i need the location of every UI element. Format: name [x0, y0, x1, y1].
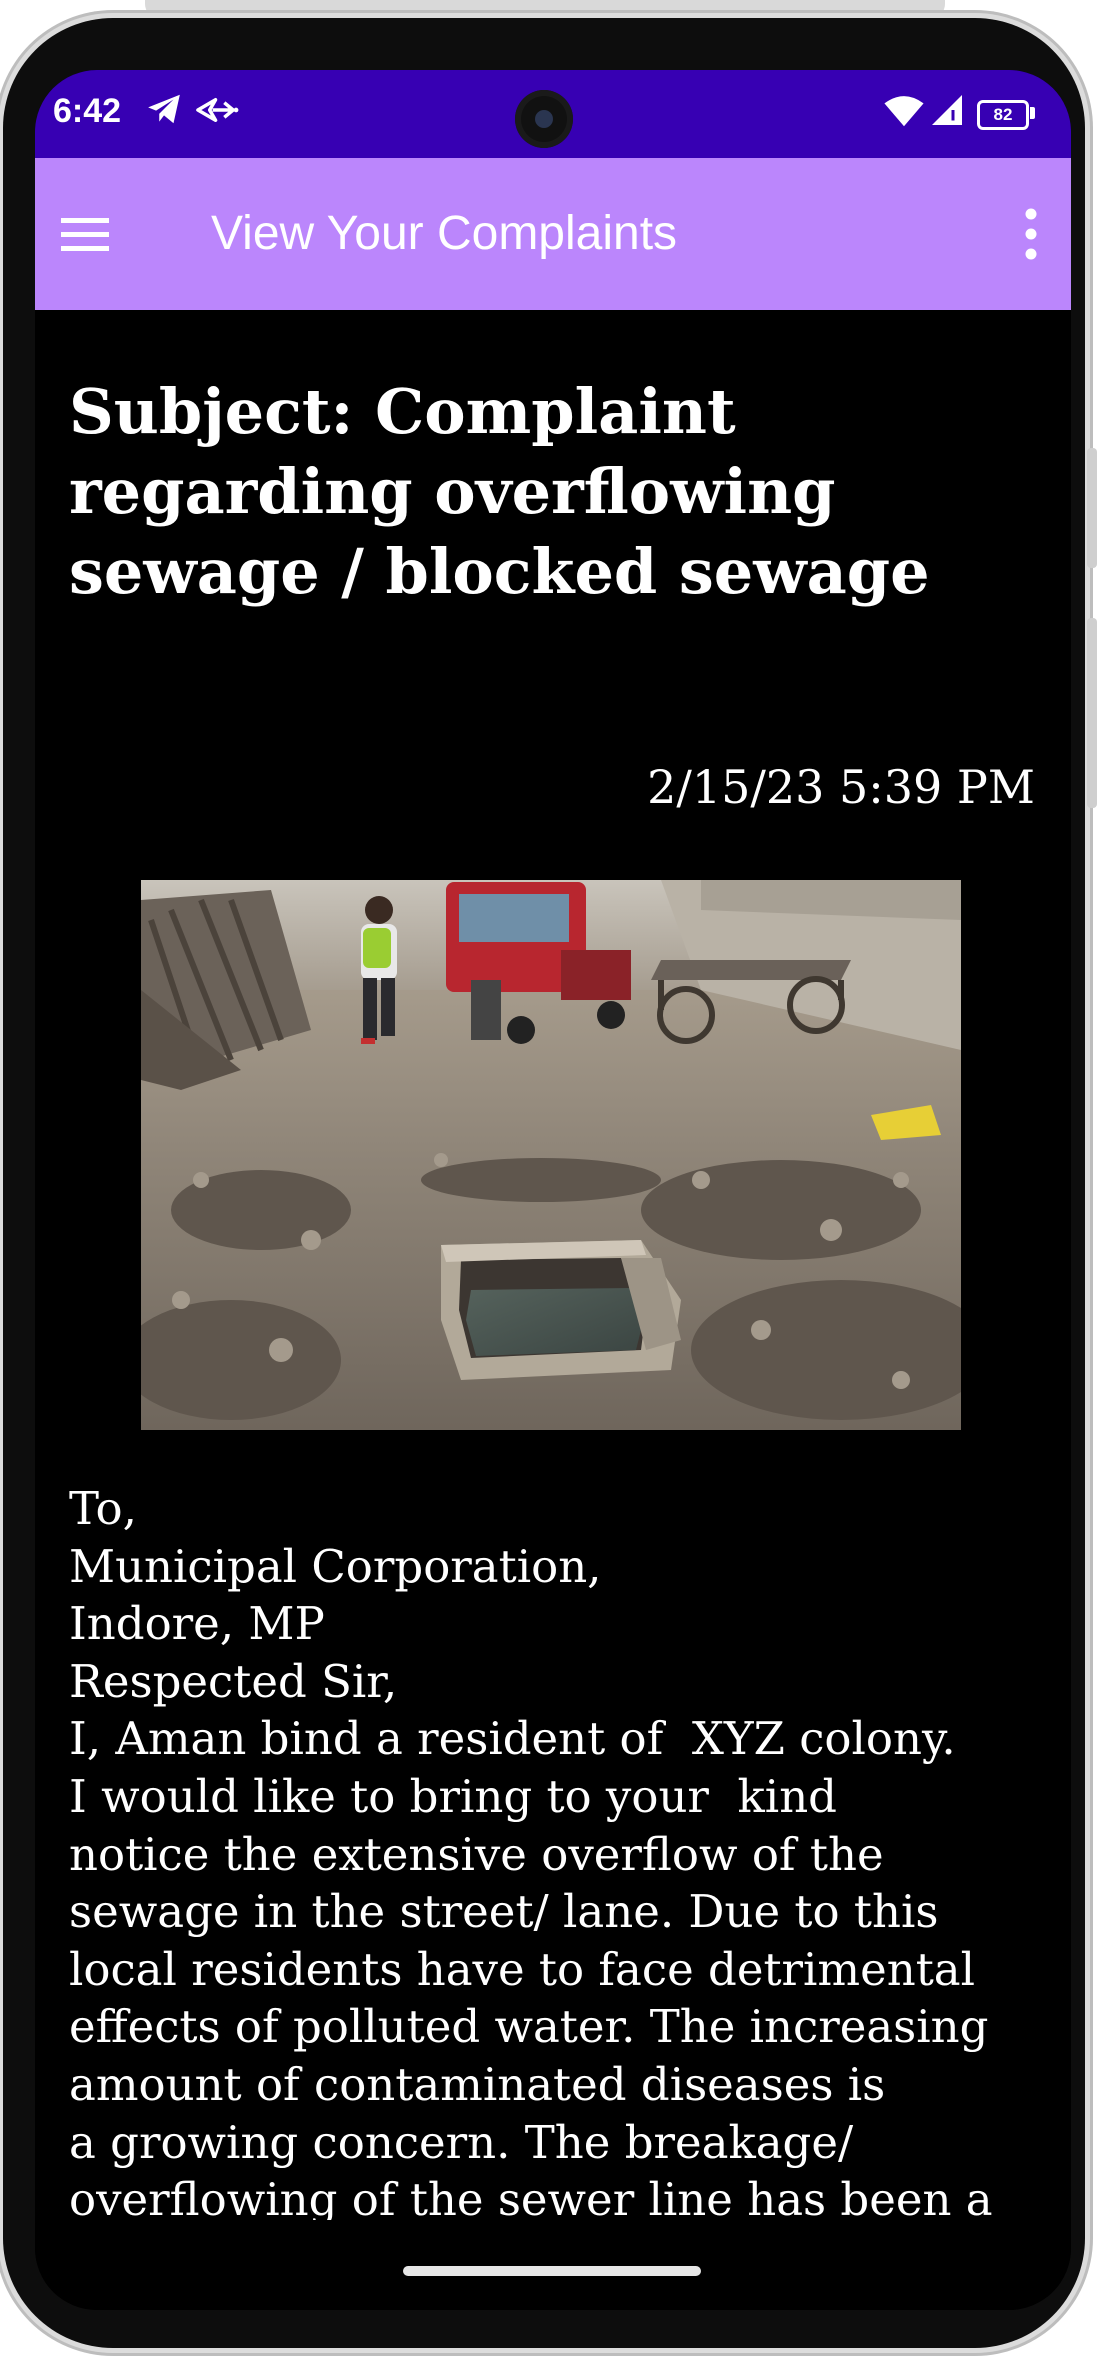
- street-sewage-photo: [141, 880, 961, 1430]
- send-arrows-icon: [195, 94, 239, 131]
- more-vert-icon[interactable]: [1011, 202, 1051, 266]
- front-camera: [515, 90, 573, 148]
- app-bar-title: View Your Complaints: [211, 207, 678, 260]
- device-top-rim: [145, 0, 945, 18]
- telegram-icon: [145, 90, 183, 133]
- signal-icon: [929, 92, 965, 133]
- app-bar: View Your Complaints: [35, 158, 1071, 310]
- phone-screen: 6:42 82 View Your Complaints Subject: Co…: [35, 70, 1071, 2310]
- complaint-detail: Subject: Complaint regarding overflowing…: [35, 310, 1071, 2310]
- power-button: [1087, 618, 1097, 808]
- battery-tip: [1030, 107, 1035, 119]
- hamburger-menu-icon[interactable]: [55, 204, 115, 264]
- navigation-gesture-bar[interactable]: [403, 2266, 701, 2276]
- battery-icon: 82: [977, 100, 1029, 130]
- wifi-icon: [883, 94, 925, 133]
- status-time: 6:42: [53, 92, 122, 130]
- complaint-date: 2/15/23 5:39 PM: [647, 760, 1035, 814]
- complaint-body: To, Municipal Corporation, Indore, MP Re…: [69, 1482, 993, 2220]
- phone-frame: 6:42 82 View Your Complaints Subject: Co…: [3, 18, 1097, 2348]
- status-bar: 6:42 82: [35, 70, 1071, 158]
- volume-button: [1087, 448, 1097, 568]
- complaint-subject: Subject: Complaint regarding overflowing…: [69, 375, 930, 608]
